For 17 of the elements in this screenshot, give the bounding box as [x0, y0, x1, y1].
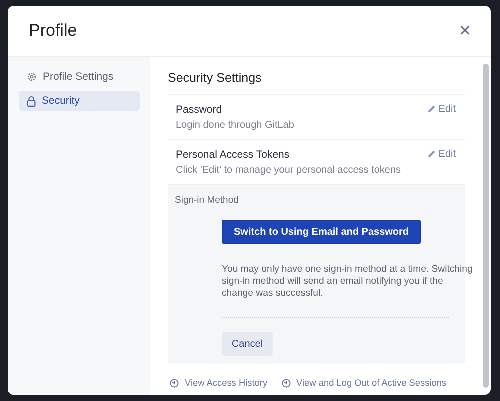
sign-in-note: You may only have one sign-in method at a time. Switching sign-in method will send an email notifying you if the change was successful.: [222, 264, 474, 300]
setting-title: Password: [176, 104, 224, 116]
session-link[interactable]: View and Log Out of Active Sessions: [282, 378, 447, 388]
section-heading: Security Settings: [168, 68, 465, 95]
edit-link[interactable]: Edit: [428, 149, 456, 176]
sidebar-item[interactable]: Profile Settings: [19, 67, 140, 87]
setting-title: Personal Access Tokens: [176, 149, 291, 161]
close-button[interactable]: ×: [455, 21, 475, 41]
cancel-button[interactable]: Cancel: [222, 332, 273, 356]
session-link[interactable]: View Access History: [170, 378, 268, 388]
switch-method-button[interactable]: Switch to Using Email and Password: [222, 220, 422, 244]
dialog-title: Profile: [29, 21, 78, 41]
sidebar-item[interactable]: Security: [19, 91, 140, 111]
edit-link[interactable]: Edit: [428, 104, 456, 131]
sign-in-label: Sign-in Method: [175, 195, 240, 206]
setting-description: Login done through GitLab: [176, 120, 294, 131]
setting-description: Click 'Edit' to manage your personal access tokens: [176, 165, 402, 176]
